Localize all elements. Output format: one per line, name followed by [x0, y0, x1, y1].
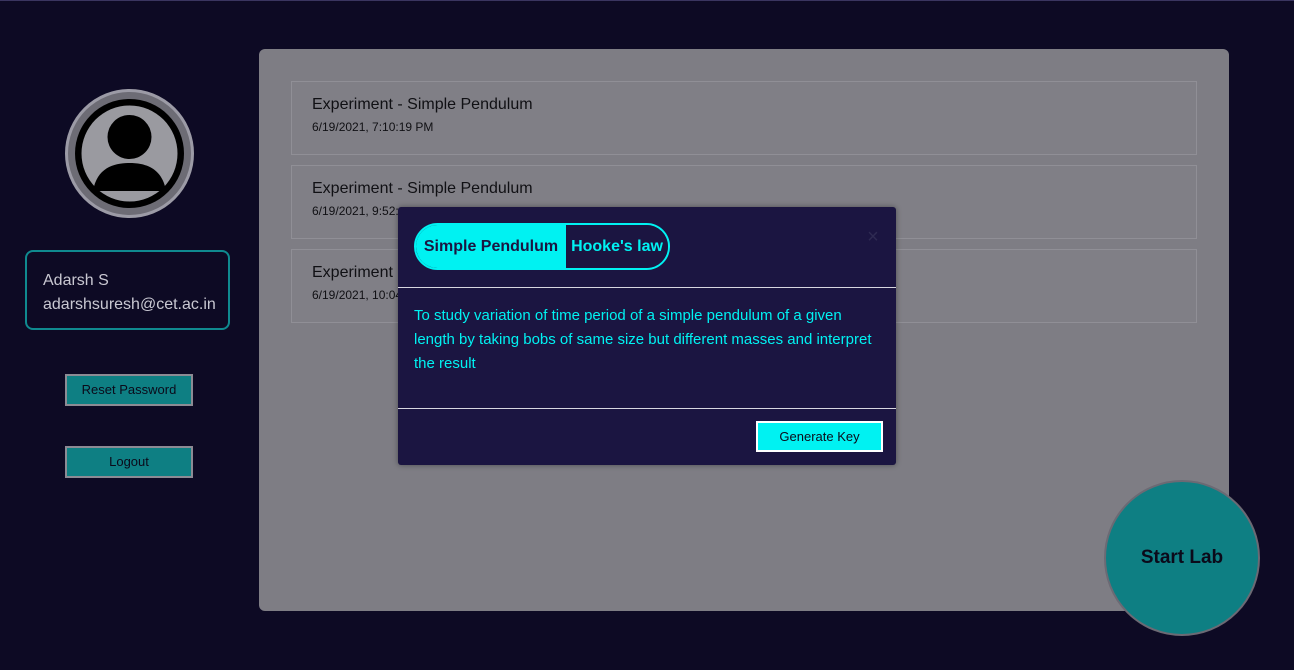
tab-hookes-law[interactable]: Hooke's law [566, 225, 668, 268]
modal-footer-divider [398, 408, 896, 409]
avatar [65, 89, 194, 218]
logout-button[interactable]: Logout [65, 446, 193, 478]
user-icon [75, 99, 184, 208]
top-border [0, 0, 1294, 1]
user-info-card: Adarsh S adarshsuresh@cet.ac.in [25, 250, 230, 330]
experiment-tabs: Simple Pendulum Hooke's law [414, 223, 670, 270]
experiment-title: Experiment - Simple Pendulum [312, 96, 533, 113]
generate-key-button[interactable]: Generate Key [756, 421, 883, 452]
close-icon[interactable]: × [863, 227, 883, 247]
modal-header: Simple Pendulum Hooke's law × [398, 207, 896, 288]
experiment-card[interactable]: Experiment - Simple Pendulum 6/19/2021, … [291, 81, 1197, 155]
user-email: adarshsuresh@cet.ac.in [43, 296, 216, 313]
experiment-timestamp: 6/19/2021, 7:10:19 PM [312, 120, 434, 134]
reset-password-button[interactable]: Reset Password [65, 374, 193, 406]
experiment-description: To study variation of time period of a s… [414, 307, 872, 372]
user-name: Adarsh S [43, 272, 109, 289]
experiment-title: Experiment - Simple Pendulum [312, 180, 533, 197]
tab-simple-pendulum[interactable]: Simple Pendulum [416, 225, 566, 268]
start-lab-button[interactable]: Start Lab [1104, 480, 1260, 636]
experiment-modal: Simple Pendulum Hooke's law × To study v… [398, 207, 896, 465]
